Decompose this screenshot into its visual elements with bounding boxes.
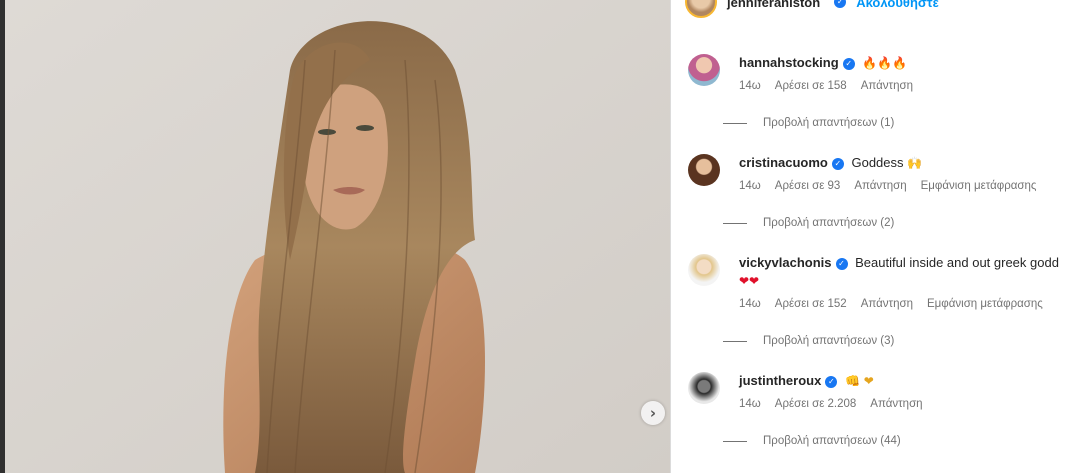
translate-button[interactable]: Εμφάνιση μετάφρασης (921, 180, 1037, 192)
next-photo-button[interactable]: › (641, 401, 665, 425)
verified-icon: ✓ (831, 157, 844, 170)
view-replies-button[interactable]: Προβολή απαντήσεων (44) (723, 435, 901, 447)
comment-time[interactable]: 14ω (739, 298, 761, 310)
reply-button[interactable]: Απάντηση (861, 298, 913, 310)
heart-emoji: ❤❤ (739, 274, 760, 288)
post-photo[interactable]: › (5, 0, 670, 473)
verified-icon: ✓ (834, 0, 847, 8)
comment-text: Goddess (851, 155, 904, 170)
author-username[interactable]: jenniferaniston (727, 0, 820, 10)
avatar[interactable] (688, 54, 720, 86)
replies-divider (723, 440, 747, 442)
comment-time[interactable]: 14ω (739, 180, 761, 192)
verified-icon: ✓ (835, 257, 848, 270)
comment-username[interactable]: cristinacuomo (739, 155, 828, 170)
avatar[interactable] (688, 372, 720, 404)
view-replies-label: Προβολή απαντήσεων (2) (763, 217, 895, 229)
fist-heart-emoji: 👊 ❤ (844, 374, 874, 388)
follow-button[interactable]: Ακολουθήστε (856, 0, 939, 10)
raised-hands-emoji: 🙌 (907, 156, 923, 170)
post-header: jenniferaniston ✓ Ακολουθήστε (685, 0, 939, 18)
comment-username[interactable]: vickyvlachonis (739, 255, 832, 270)
comment-username[interactable]: justintheroux (739, 373, 821, 388)
comment-likes[interactable]: Αρέσει σε 2.208 (775, 398, 857, 410)
view-replies-button[interactable]: Προβολή απαντήσεων (1) (723, 117, 894, 129)
replies-divider (723, 222, 747, 224)
verified-icon: ✓ (842, 57, 855, 70)
comment-username[interactable]: hannahstocking (739, 55, 839, 70)
comment-text: Beautiful inside and out greek godd (855, 255, 1059, 270)
verified-icon: ✓ (825, 375, 838, 388)
chevron-right-icon: › (649, 403, 657, 422)
comment-likes[interactable]: Αρέσει σε 158 (775, 80, 847, 92)
comments-panel: jenniferaniston ✓ Ακολουθήστε hannahstoc… (670, 0, 1070, 473)
avatar[interactable] (688, 154, 720, 186)
view-replies-button[interactable]: Προβολή απαντήσεων (3) (723, 335, 894, 347)
comment-likes[interactable]: Αρέσει σε 93 (775, 180, 841, 192)
view-replies-label: Προβολή απαντήσεων (1) (763, 117, 895, 129)
view-replies-button[interactable]: Προβολή απαντήσεων (2) (723, 217, 894, 229)
comment-likes[interactable]: Αρέσει σε 152 (775, 298, 847, 310)
view-replies-label: Προβολή απαντήσεων (3) (763, 335, 895, 347)
view-replies-label: Προβολή απαντήσεων (44) (763, 435, 901, 447)
fire-emoji: 🔥🔥🔥 (862, 56, 908, 70)
portrait-image (5, 0, 670, 473)
avatar[interactable] (688, 254, 720, 286)
author-avatar[interactable] (685, 0, 717, 18)
comment-time[interactable]: 14ω (739, 80, 761, 92)
replies-divider (723, 122, 747, 124)
comment-time[interactable]: 14ω (739, 398, 761, 410)
translate-button[interactable]: Εμφάνιση μετάφρασης (927, 298, 1043, 310)
reply-button[interactable]: Απάντηση (854, 180, 906, 192)
replies-divider (723, 340, 747, 342)
reply-button[interactable]: Απάντηση (861, 80, 913, 92)
reply-button[interactable]: Απάντηση (870, 398, 922, 410)
